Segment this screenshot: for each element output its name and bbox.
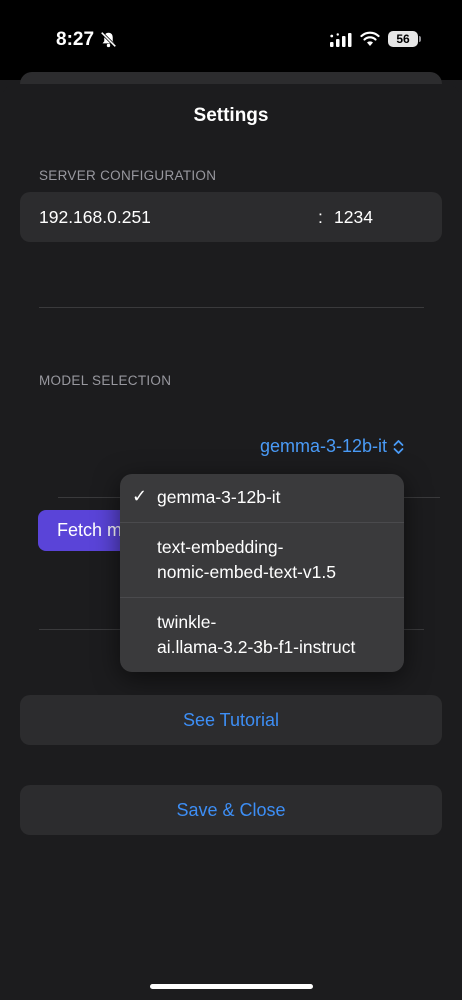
page-title: Settings bbox=[193, 105, 269, 126]
host-field[interactable]: 192.168.0.251 bbox=[39, 207, 151, 228]
battery-level: 56 bbox=[396, 32, 410, 46]
home-indicator[interactable] bbox=[150, 984, 313, 989]
status-bar: 8:27 56 bbox=[0, 0, 462, 80]
checkmark-icon: ✓ bbox=[132, 486, 148, 506]
model-selection-header: MODEL SELECTION bbox=[39, 373, 172, 388]
model-option-gemma[interactable]: ✓ gemma-3-12b-it bbox=[120, 474, 404, 522]
model-dropdown-menu: ✓ gemma-3-12b-it text-embedding- nomic-e… bbox=[120, 474, 404, 672]
selected-model-label: gemma-3-12b-it bbox=[259, 436, 387, 456]
bell-slash-icon bbox=[100, 31, 117, 48]
wifi-icon bbox=[360, 31, 380, 46]
battery-tip bbox=[419, 36, 421, 42]
host-port-separator: : bbox=[318, 207, 323, 227]
divider bbox=[39, 307, 424, 308]
model-picker[interactable]: gemma-3-12b-it bbox=[260, 436, 404, 457]
status-time: 8:27 bbox=[56, 29, 95, 50]
model-option-twinkle[interactable]: twinkle- ai.llama-3.2-3b-f1-instruct bbox=[120, 598, 404, 672]
server-configuration-header: SERVER CONFIGURATION bbox=[39, 168, 217, 183]
model-option-label: twinkle- bbox=[157, 612, 217, 632]
port-field[interactable]: 1234 bbox=[334, 207, 373, 228]
battery-icon: 56 bbox=[388, 31, 418, 47]
model-option-label: ai.llama-3.2-3b-f1-instruct bbox=[157, 637, 356, 657]
model-option-label: nomic-embed-text-v1.5 bbox=[157, 562, 336, 582]
model-option-label: gemma-3-12b-it bbox=[157, 487, 281, 507]
save-close-button[interactable]: Save & Close bbox=[20, 785, 442, 835]
chevron-up-down-icon bbox=[393, 439, 404, 454]
see-tutorial-button[interactable]: See Tutorial bbox=[20, 695, 442, 745]
model-option-label: text-embedding- bbox=[157, 537, 284, 557]
model-option-text-embedding[interactable]: text-embedding- nomic-embed-text-v1.5 bbox=[120, 523, 404, 597]
cellular-signal-icon bbox=[330, 33, 352, 47]
